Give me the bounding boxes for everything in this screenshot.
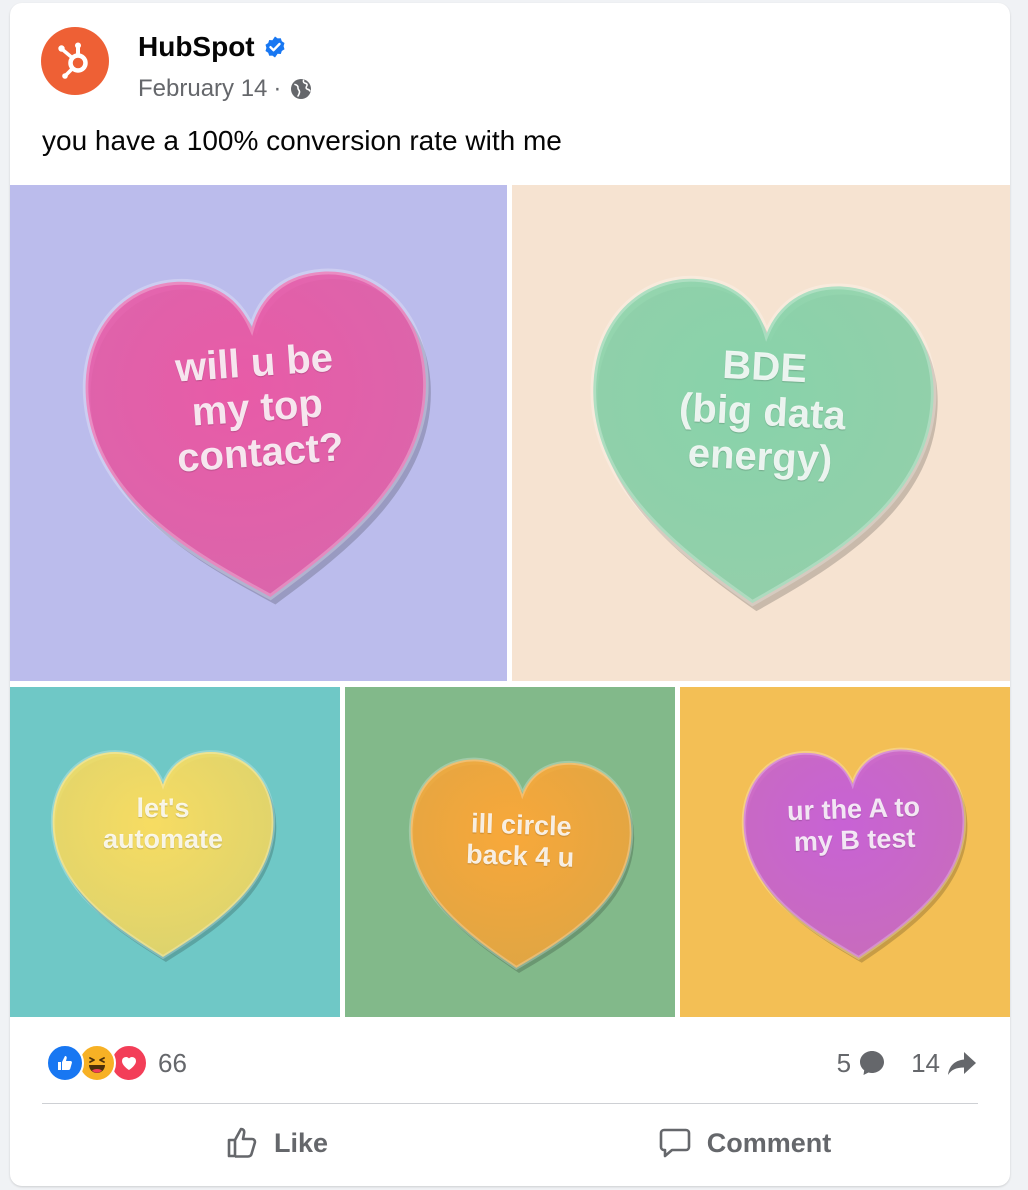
comment-icon xyxy=(659,1128,691,1158)
photo-tile-2[interactable]: BDE (big data energy) xyxy=(512,185,1010,681)
photo-tile-1[interactable]: will u be my top contact? xyxy=(10,185,507,681)
post-card: HubSpot February 14 · you have a 100% co… xyxy=(10,3,1010,1186)
heart-message: ill circle back 4 u xyxy=(465,808,575,873)
comment-count[interactable]: 5 xyxy=(837,1048,887,1079)
page-avatar[interactable] xyxy=(41,27,109,95)
engagement-stats: 5 14 xyxy=(813,1048,978,1079)
candy-heart: will u be my top contact? xyxy=(61,241,455,626)
share-count[interactable]: 14 xyxy=(911,1048,978,1079)
candy-heart: ill circle back 4 u xyxy=(396,742,644,982)
reactions-row: 66 5 14 xyxy=(46,1041,978,1085)
globe-icon[interactable] xyxy=(289,77,313,101)
page-name[interactable]: HubSpot xyxy=(138,31,255,63)
post-media-grid[interactable]: will u be my top contact? BDE (big data … xyxy=(10,185,1010,1019)
candy-heart: let's automate xyxy=(43,737,283,967)
post-actions: Like Comment xyxy=(42,1113,978,1173)
comment-button[interactable]: Comment xyxy=(510,1113,978,1173)
post-date[interactable]: February 14 xyxy=(138,75,267,103)
candy-heart: ur the A to my B test xyxy=(731,732,979,972)
comment-label: Comment xyxy=(706,1127,832,1158)
candy-heart: BDE (big data energy) xyxy=(567,250,955,629)
post-meta: February 14 · xyxy=(138,75,313,103)
heart-message: will u be my top contact? xyxy=(173,335,345,482)
verified-badge-icon xyxy=(265,36,285,58)
photo-tile-4[interactable]: ill circle back 4 u xyxy=(345,687,675,1017)
hubspot-logo-icon xyxy=(58,42,88,79)
photo-tile-5[interactable]: ur the A to my B test xyxy=(680,687,1010,1017)
post-text: you have a 100% conversion rate with me xyxy=(42,125,562,156)
reaction-summary[interactable]: 66 xyxy=(46,1044,187,1082)
heart-message: BDE (big data energy) xyxy=(678,342,847,484)
heart-message: let's automate xyxy=(102,793,224,854)
like-icon xyxy=(46,1044,84,1082)
actions-divider xyxy=(42,1103,978,1104)
reaction-count[interactable]: 66 xyxy=(158,1048,187,1079)
like-label: Like xyxy=(273,1127,329,1158)
comment-count-value: 5 xyxy=(836,1047,852,1078)
photo-tile-3[interactable]: let's automate xyxy=(10,687,340,1017)
meta-separator: · xyxy=(273,75,282,102)
share-arrow-icon xyxy=(948,1052,976,1075)
heart-message: ur the A to my B test xyxy=(786,791,921,857)
thumbs-up-icon xyxy=(227,1127,257,1158)
share-count-value: 14 xyxy=(911,1047,940,1078)
page-name-row: HubSpot xyxy=(138,31,287,63)
comment-bubble-icon xyxy=(860,1051,885,1075)
like-button[interactable]: Like xyxy=(42,1113,510,1173)
